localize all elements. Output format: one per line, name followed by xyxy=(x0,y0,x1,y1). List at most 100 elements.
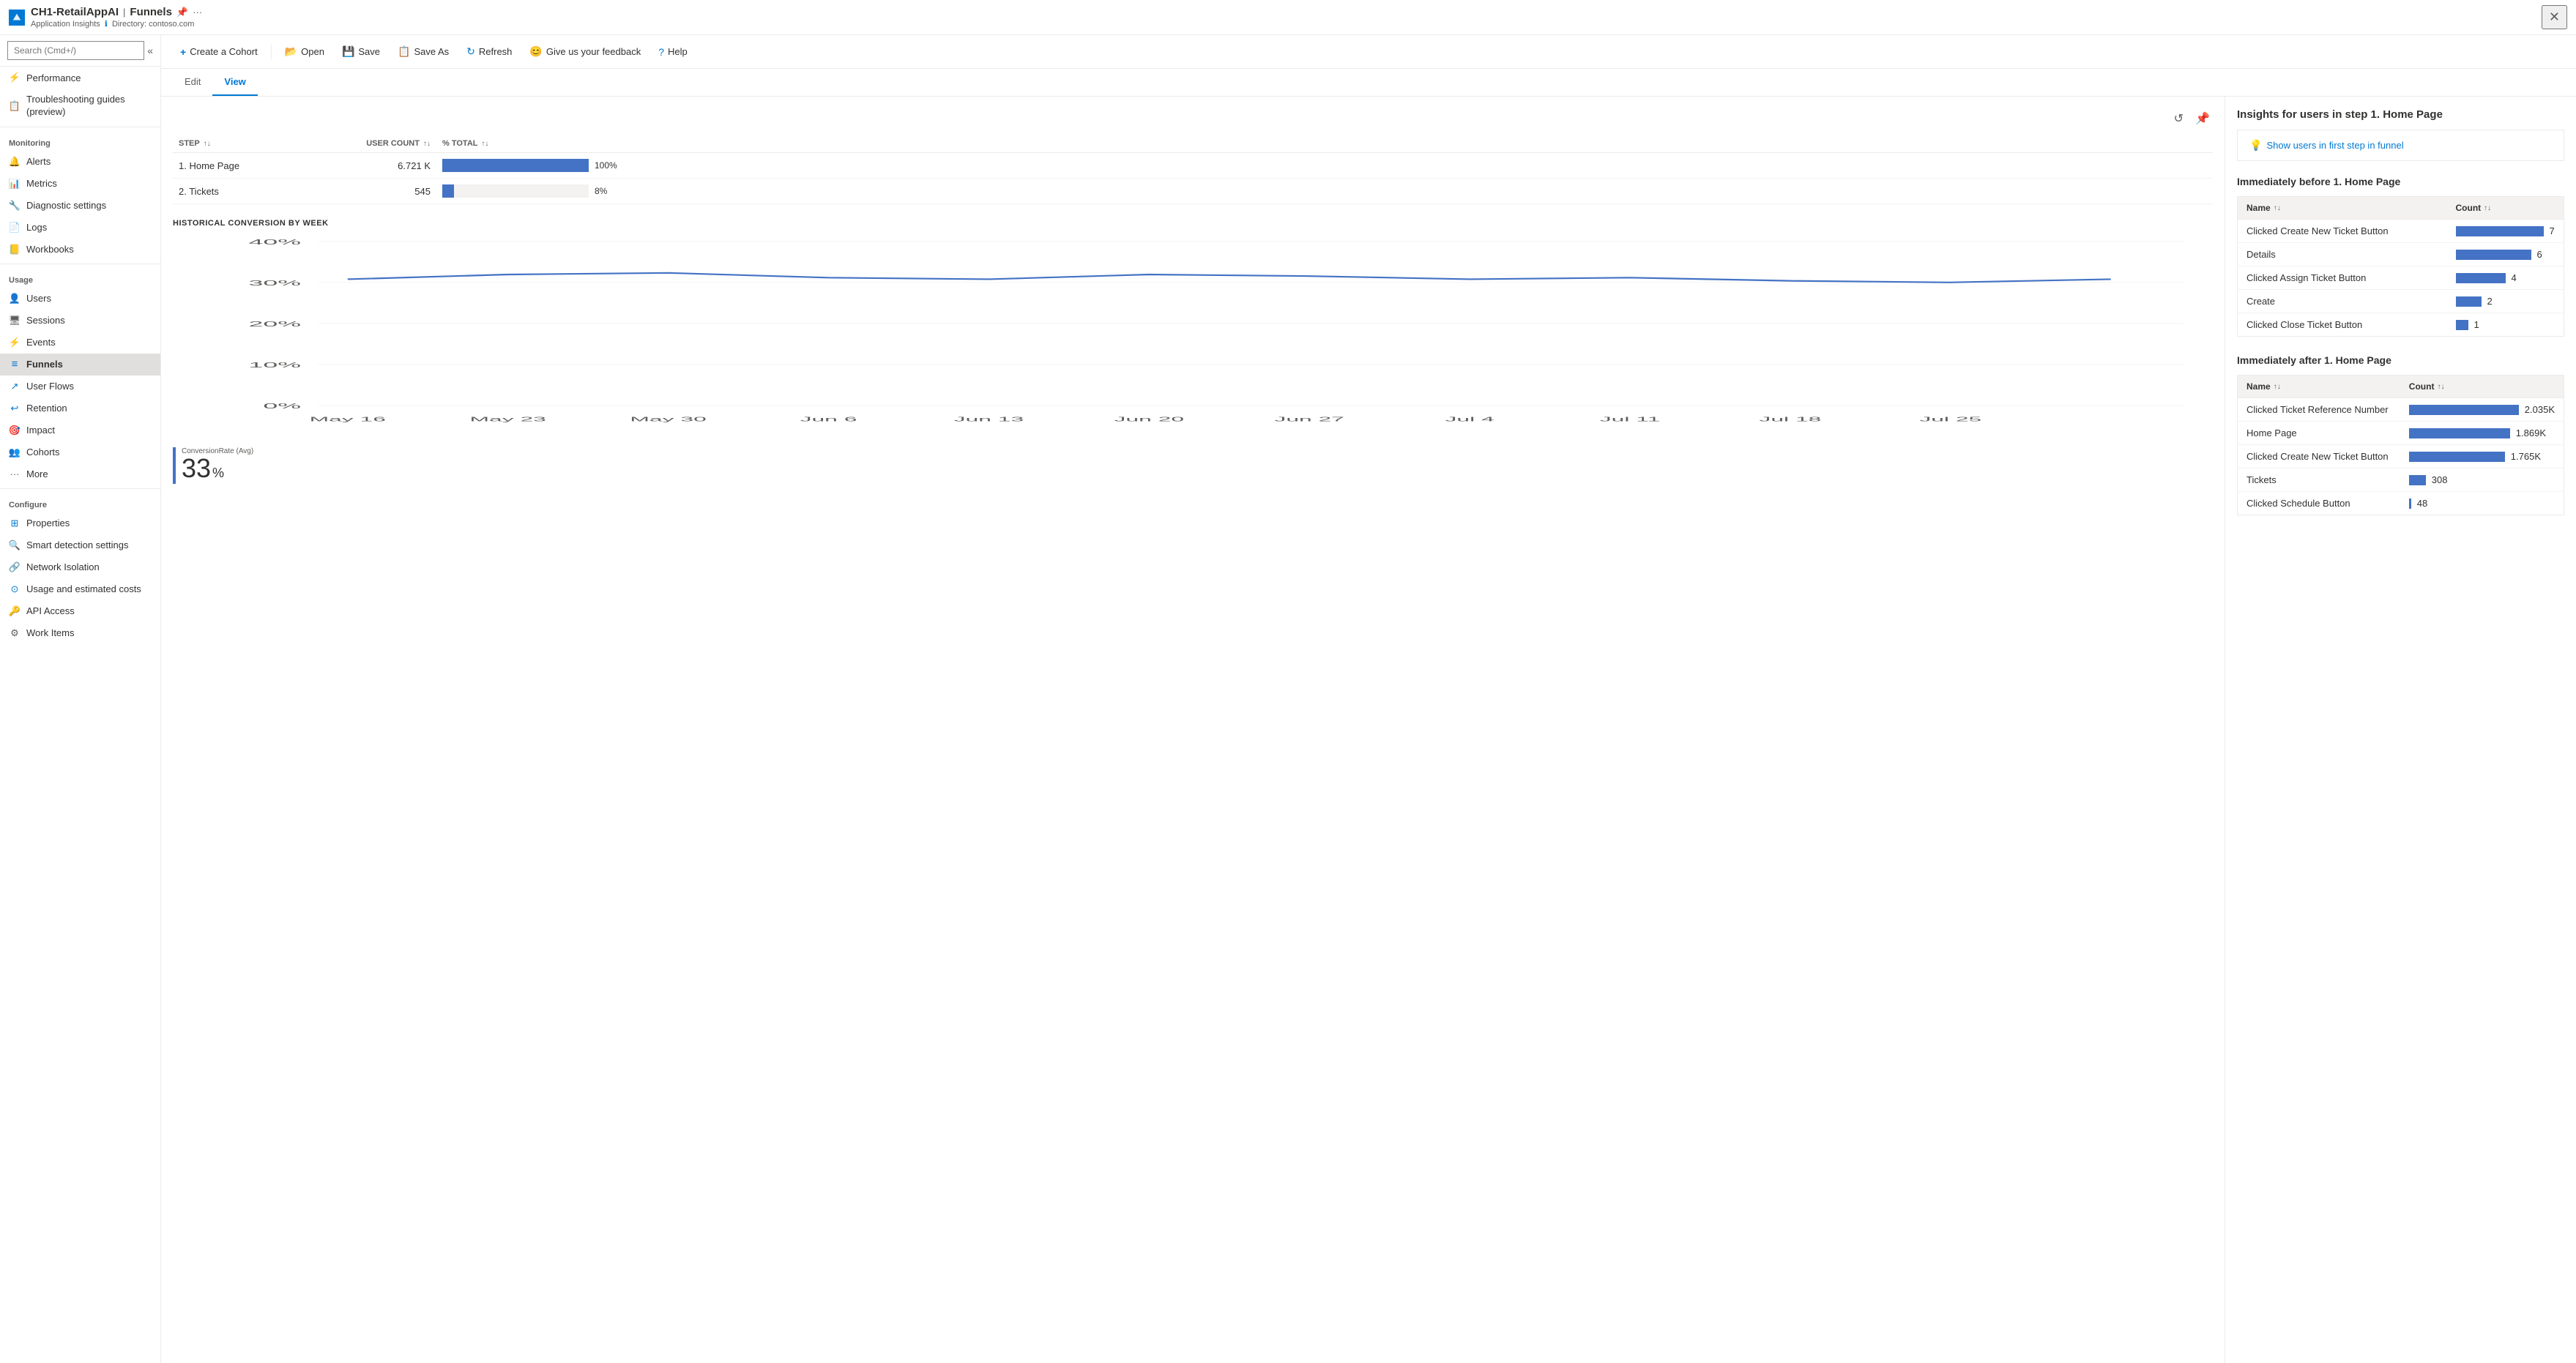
tab-view[interactable]: View xyxy=(212,69,257,96)
col-after-name[interactable]: Name ↑↓ xyxy=(2238,376,2400,398)
step-2-bar-fill xyxy=(442,184,454,198)
before-count-val-1: 6 xyxy=(2537,249,2542,260)
sidebar-item-properties[interactable]: ⊞ Properties xyxy=(0,512,160,534)
create-cohort-button[interactable]: + Create a Cohort xyxy=(173,42,265,62)
before-count-val-0: 7 xyxy=(2550,225,2555,236)
after-row-name-1: Home Page xyxy=(2238,422,2400,445)
svg-text:0%: 0% xyxy=(263,402,301,410)
subtitle-app: Application Insights xyxy=(31,20,100,29)
right-panel: Insights for users in step 1. Home Page … xyxy=(2225,97,2576,1363)
help-button[interactable]: ? Help xyxy=(651,42,695,62)
chart-section: HISTORICAL CONVERSION BY WEEK 40% 30% xyxy=(173,219,2213,484)
help-icon: ? xyxy=(658,46,664,58)
before-count-sort: ↑↓ xyxy=(2484,204,2491,212)
conversion-unit: % xyxy=(212,466,224,481)
svg-text:May 16: May 16 xyxy=(310,416,386,423)
before-mini-bar-3 xyxy=(2456,296,2482,307)
col-step[interactable]: STEP ↑↓ xyxy=(173,135,305,153)
sidebar-item-apiaccess[interactable]: 🔑 API Access xyxy=(0,600,160,622)
sidebar-item-smartdetection[interactable]: 🔍 Smart detection settings xyxy=(0,534,160,556)
after-row-count-2: 1.765K xyxy=(2400,445,2564,468)
usercount-sort-icon: ↑↓ xyxy=(423,140,431,148)
sidebar-item-usagecosts[interactable]: ⊙ Usage and estimated costs xyxy=(0,578,160,600)
search-input[interactable] xyxy=(7,41,144,60)
sidebar-item-retention[interactable]: ↩ Retention xyxy=(0,397,160,419)
diagnostic-icon: 🔧 xyxy=(9,200,21,212)
before-mini-bar-1 xyxy=(2456,250,2531,260)
col-before-count[interactable]: Count ↑↓ xyxy=(2447,197,2564,220)
sidebar-item-funnels[interactable]: ≡ Funnels xyxy=(0,354,160,376)
sidebar-item-metrics[interactable]: 📊 Metrics xyxy=(0,173,160,195)
feedback-icon: 😊 xyxy=(529,45,542,58)
subtitle-dir: Directory: contoso.com xyxy=(112,20,194,29)
after-mini-bar-1 xyxy=(2409,428,2510,438)
insight-section: Insights for users in step 1. Home Page … xyxy=(2237,108,2564,161)
usagecosts-icon: ⊙ xyxy=(9,583,21,595)
close-button[interactable]: ✕ xyxy=(2542,5,2567,29)
svg-text:Jun 13: Jun 13 xyxy=(954,416,1024,423)
left-panel: ↺ 📌 STEP ↑↓ USER COUNT ↑↓ xyxy=(161,97,2225,1363)
troubleshooting-icon: 📋 xyxy=(9,100,21,112)
before-table-section: Immediately before 1. Home Page Name ↑↓ xyxy=(2237,176,2564,337)
step-2-name: 2. Tickets xyxy=(173,179,305,204)
insight-box: 💡 Show users in first step in funnel xyxy=(2237,130,2564,161)
after-mini-bar-4 xyxy=(2409,498,2411,509)
svg-text:30%: 30% xyxy=(248,279,301,287)
step-2-bar-cell: 8% xyxy=(436,179,2213,204)
logs-icon: 📄 xyxy=(9,222,21,234)
plus-icon: + xyxy=(180,46,186,58)
col-after-count[interactable]: Count ↑↓ xyxy=(2400,376,2564,398)
funnel-table-header: STEP ↑↓ USER COUNT ↑↓ % TOTAL ↑↓ xyxy=(173,135,2213,153)
sidebar-item-diagnostic[interactable]: 🔧 Diagnostic settings xyxy=(0,195,160,217)
conversion-value: 33 xyxy=(182,455,211,482)
sidebar-item-impact[interactable]: 🎯 Impact xyxy=(0,419,160,441)
open-button[interactable]: 📂 Open xyxy=(278,41,332,62)
sidebar-item-sessions[interactable]: 🖥 Sessions xyxy=(0,310,160,332)
before-mini-bar-0 xyxy=(2456,226,2544,236)
sidebar-item-userflows[interactable]: ↗ User Flows xyxy=(0,376,160,397)
after-row-count-4: 48 xyxy=(2400,492,2564,515)
cohorts-icon: 👥 xyxy=(9,447,21,458)
save-as-button[interactable]: 📋 Save As xyxy=(390,41,456,62)
feedback-button[interactable]: 😊 Give us your feedback xyxy=(522,41,648,62)
sidebar-item-more[interactable]: ··· More xyxy=(0,463,160,485)
step-1-count: 6.721 K xyxy=(305,153,436,179)
col-before-name[interactable]: Name ↑↓ xyxy=(2238,197,2447,220)
sidebar-item-cohorts[interactable]: 👥 Cohorts xyxy=(0,441,160,463)
refresh-button[interactable]: ↻ Refresh xyxy=(459,41,519,62)
undo-button[interactable]: ↺ xyxy=(2171,108,2186,129)
sidebar-item-events[interactable]: ⚡ Events xyxy=(0,332,160,354)
svg-text:Jul 18: Jul 18 xyxy=(1759,416,1821,423)
col-pct-total[interactable]: % TOTAL ↑↓ xyxy=(436,135,2213,153)
more-icon[interactable]: ··· xyxy=(193,7,202,18)
table-row: Clicked Assign Ticket Button 4 xyxy=(2238,266,2564,290)
sidebar-item-performance[interactable]: ⚡ Performance xyxy=(0,67,160,89)
table-row: Home Page 1.869K xyxy=(2238,422,2564,445)
section-configure: Configure xyxy=(0,492,160,512)
apiaccess-icon: 🔑 xyxy=(9,605,21,617)
sidebar-item-troubleshooting[interactable]: 📋 Troubleshooting guides (preview) xyxy=(0,89,160,124)
after-count-val-1: 1.869K xyxy=(2516,427,2546,438)
sidebar-item-workbooks[interactable]: 📒 Workbooks xyxy=(0,239,160,261)
insight-link[interactable]: 💡 Show users in first step in funnel xyxy=(2249,139,2552,152)
pin-chart-button[interactable]: 📌 xyxy=(2192,108,2213,129)
pin-icon[interactable]: 📌 xyxy=(176,7,188,18)
svg-text:40%: 40% xyxy=(248,238,301,246)
before-row-count-3: 2 xyxy=(2447,290,2564,313)
table-row: Clicked Create New Ticket Button 1.765K xyxy=(2238,445,2564,468)
after-table: Name ↑↓ Count ↑↓ xyxy=(2237,375,2564,515)
col-user-count[interactable]: USER COUNT ↑↓ xyxy=(305,135,436,153)
section-monitoring: Monitoring xyxy=(0,130,160,151)
save-button[interactable]: 💾 Save xyxy=(335,41,387,62)
sidebar-item-users[interactable]: 👤 Users xyxy=(0,288,160,310)
tab-edit[interactable]: Edit xyxy=(173,69,212,96)
properties-icon: ⊞ xyxy=(9,518,21,529)
sidebar: « ⚡ Performance 📋 Troubleshooting guides… xyxy=(0,35,161,1363)
sidebar-item-networkisolation[interactable]: 🔗 Network Isolation xyxy=(0,556,160,578)
sidebar-item-alerts[interactable]: 🔔 Alerts xyxy=(0,151,160,173)
toolbar-sep-1 xyxy=(271,45,272,59)
collapse-icon[interactable]: « xyxy=(147,45,153,56)
sidebar-item-logs[interactable]: 📄 Logs xyxy=(0,217,160,239)
sidebar-item-workitems[interactable]: ⚙ Work Items xyxy=(0,622,160,644)
before-count-val-2: 4 xyxy=(2512,272,2517,283)
